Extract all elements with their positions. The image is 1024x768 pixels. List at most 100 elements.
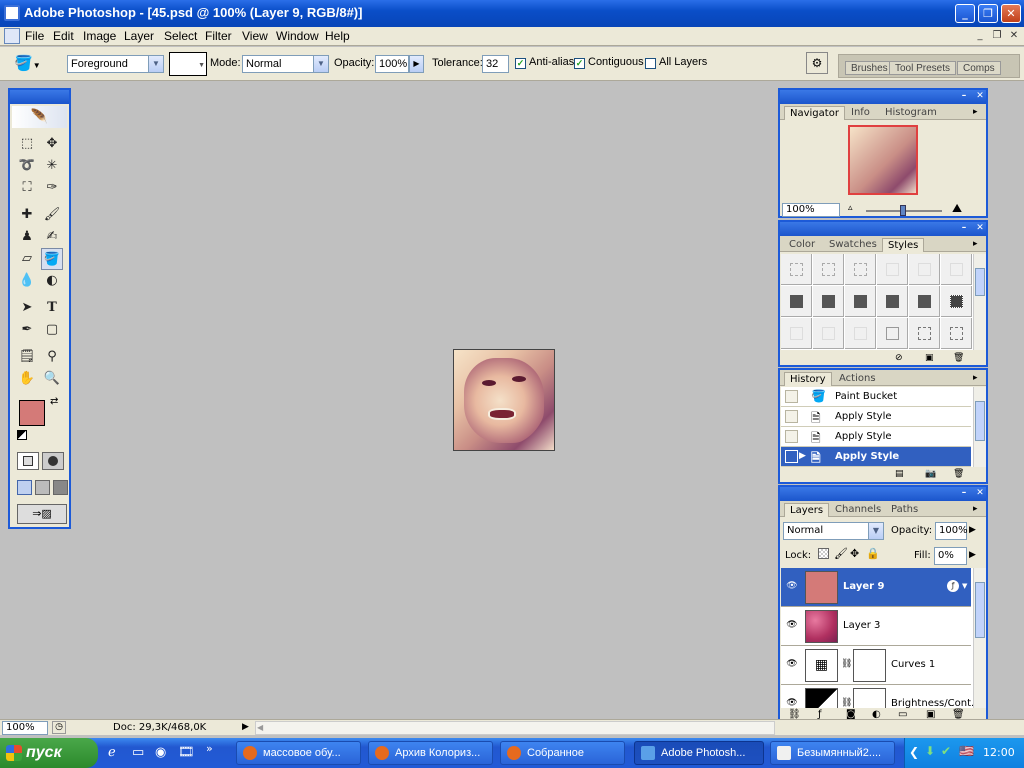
tab-navigator[interactable]: Navigator xyxy=(784,106,845,120)
fill-field[interactable]: 0% xyxy=(934,547,967,565)
pen-tool-icon[interactable]: ✒ xyxy=(16,319,38,341)
lock-transparency-icon[interactable] xyxy=(818,548,829,559)
screen-mode-standard-icon[interactable] xyxy=(17,480,32,495)
tab-histogram[interactable]: Histogram xyxy=(880,106,942,120)
tab-history[interactable]: History xyxy=(784,372,832,386)
horizontal-scrollbar[interactable]: ◀ xyxy=(255,721,775,735)
palette-close-icon[interactable]: ✕ xyxy=(974,488,986,499)
doc-restore-button[interactable]: ❐ xyxy=(989,29,1005,43)
style-swatch[interactable] xyxy=(909,318,940,349)
navigator-thumbnail[interactable] xyxy=(848,125,918,195)
crop-tool-icon[interactable]: ⛶ xyxy=(16,177,38,199)
tab-styles[interactable]: Styles xyxy=(882,238,925,252)
style-swatch[interactable] xyxy=(813,254,844,285)
taskbar-item[interactable]: Безымянный2.... xyxy=(770,741,895,765)
marquee-tool-icon[interactable]: ⬚ xyxy=(16,133,38,155)
type-tool-icon[interactable]: T xyxy=(41,297,63,319)
menu-edit[interactable]: Edit xyxy=(53,29,74,43)
paint-bucket-tool-preset-icon[interactable]: 🪣▼ xyxy=(14,54,54,74)
style-swatch[interactable] xyxy=(941,254,972,285)
dodge-tool-icon[interactable]: ◐ xyxy=(41,270,63,292)
show-desktop-icon[interactable]: ▭ xyxy=(132,745,144,760)
menu-window[interactable]: Window xyxy=(276,29,319,43)
style-swatch[interactable] xyxy=(845,254,876,285)
quick-launch-more-icon[interactable]: » xyxy=(206,742,213,755)
pattern-picker[interactable]: ▼ xyxy=(169,52,207,76)
film-app-icon[interactable]: 🎞 xyxy=(178,745,195,760)
foreground-color-swatch[interactable] xyxy=(19,400,45,426)
quick-mask-mode-button[interactable] xyxy=(42,452,64,470)
document-icon[interactable] xyxy=(4,28,20,44)
all-layers-checkbox[interactable] xyxy=(645,58,656,69)
blend-mode-select[interactable]: Normal ▼ xyxy=(783,522,884,540)
style-swatch[interactable] xyxy=(781,254,812,285)
layers-scrollbar[interactable] xyxy=(973,568,986,708)
menu-file[interactable]: File xyxy=(25,29,44,43)
eraser-tool-icon[interactable]: ▱ xyxy=(16,248,38,270)
tab-paths[interactable]: Paths xyxy=(886,503,923,517)
layer-row[interactable]: 👁 Layer 3 xyxy=(781,607,971,646)
zoom-out-icon[interactable]: ▵ xyxy=(848,203,853,213)
snapshot-icon[interactable]: 📷 xyxy=(925,469,936,479)
screen-mode-full-icon[interactable] xyxy=(53,480,68,495)
menu-filter[interactable]: Filter xyxy=(205,29,232,43)
expand-arrow-icon[interactable]: ▼ xyxy=(962,582,967,590)
magic-wand-tool-icon[interactable]: ✳ xyxy=(41,155,63,177)
layer-mask-thumbnail[interactable] xyxy=(853,649,886,682)
palette-close-icon[interactable]: ✕ xyxy=(974,223,986,234)
history-item-selected[interactable]: ▶ 🗎 Apply Style xyxy=(781,447,971,467)
minimize-button[interactable]: _ xyxy=(955,4,975,23)
doc-close-button[interactable]: ✕ xyxy=(1006,29,1022,43)
brush-tool-icon[interactable]: 🖌 xyxy=(41,204,63,226)
layer-row-selected[interactable]: 👁 Layer 9 ƒ ▼ xyxy=(781,568,971,607)
palette-menu-icon[interactable]: ▸ xyxy=(973,504,978,514)
layer-mask-thumbnail[interactable] xyxy=(853,688,886,708)
style-swatch[interactable] xyxy=(781,318,812,349)
style-swatch[interactable] xyxy=(781,286,812,317)
palette-minimize-icon[interactable]: – xyxy=(958,223,970,234)
new-document-from-state-icon[interactable]: ▤ xyxy=(895,469,904,479)
trash-icon[interactable]: 🗑 xyxy=(953,469,964,479)
palette-close-icon[interactable]: ✕ xyxy=(974,91,986,102)
navigator-header[interactable]: – ✕ xyxy=(780,90,986,104)
opacity-field[interactable]: 100% xyxy=(375,55,409,73)
lock-all-icon[interactable]: 🔒 xyxy=(866,547,880,560)
history-brush-tool-icon[interactable]: ✍ xyxy=(41,226,63,248)
palette-well-toggle-icon[interactable]: ⚙ xyxy=(806,52,828,74)
status-zoom-field[interactable]: 100% xyxy=(2,721,48,735)
zoom-in-icon[interactable]: ⛰ xyxy=(952,201,962,216)
layer-row[interactable]: 👁 ⛓ Brightness/Cont... xyxy=(781,685,973,708)
clear-style-icon[interactable]: ⊘ xyxy=(895,353,903,363)
contiguous-checkbox[interactable]: ✓ xyxy=(574,58,585,69)
style-swatch[interactable] xyxy=(845,318,876,349)
layer-style-icon[interactable]: ƒ xyxy=(947,580,959,592)
style-swatch[interactable] xyxy=(941,286,972,317)
paint-bucket-tool-icon[interactable]: 🪣 xyxy=(41,248,63,270)
styles-header[interactable]: – ✕ xyxy=(780,222,986,236)
styles-scrollbar[interactable] xyxy=(973,254,986,350)
screen-mode-full-menu-icon[interactable] xyxy=(35,480,50,495)
internet-explorer-icon[interactable]: ℯ xyxy=(108,745,116,760)
history-scrollbar[interactable] xyxy=(973,387,986,467)
status-info-icon[interactable]: ◷ xyxy=(52,721,66,734)
lasso-tool-icon[interactable]: ➰ xyxy=(16,155,38,177)
jump-to-imageready-icon[interactable]: ⇒▨ xyxy=(17,504,67,524)
tab-tool-presets[interactable]: Tool Presets xyxy=(889,61,957,75)
eyedropper-tool-icon[interactable]: ⚲ xyxy=(41,346,63,368)
style-swatch[interactable] xyxy=(877,318,908,349)
status-menu-arrow-icon[interactable]: ▶ xyxy=(242,722,249,732)
style-swatch[interactable] xyxy=(909,254,940,285)
layer-opacity-field[interactable]: 100% xyxy=(935,522,968,540)
style-swatch[interactable] xyxy=(845,286,876,317)
media-player-icon[interactable]: ◉ xyxy=(155,745,166,760)
palette-menu-icon[interactable]: ▸ xyxy=(973,373,978,383)
new-style-icon[interactable]: ▣ xyxy=(925,353,934,363)
download-arrow-icon[interactable]: ⬇ xyxy=(925,744,935,758)
history-item[interactable]: 🪣 Paint Bucket xyxy=(781,387,971,407)
fill-slider-arrow-icon[interactable]: ▶ xyxy=(969,550,976,560)
security-shield-icon[interactable]: ✔ xyxy=(941,744,951,758)
style-swatch[interactable] xyxy=(877,254,908,285)
style-swatch[interactable] xyxy=(941,318,972,349)
path-selection-tool-icon[interactable]: ➤ xyxy=(16,297,38,319)
shape-tool-icon[interactable]: ▢ xyxy=(41,319,63,341)
